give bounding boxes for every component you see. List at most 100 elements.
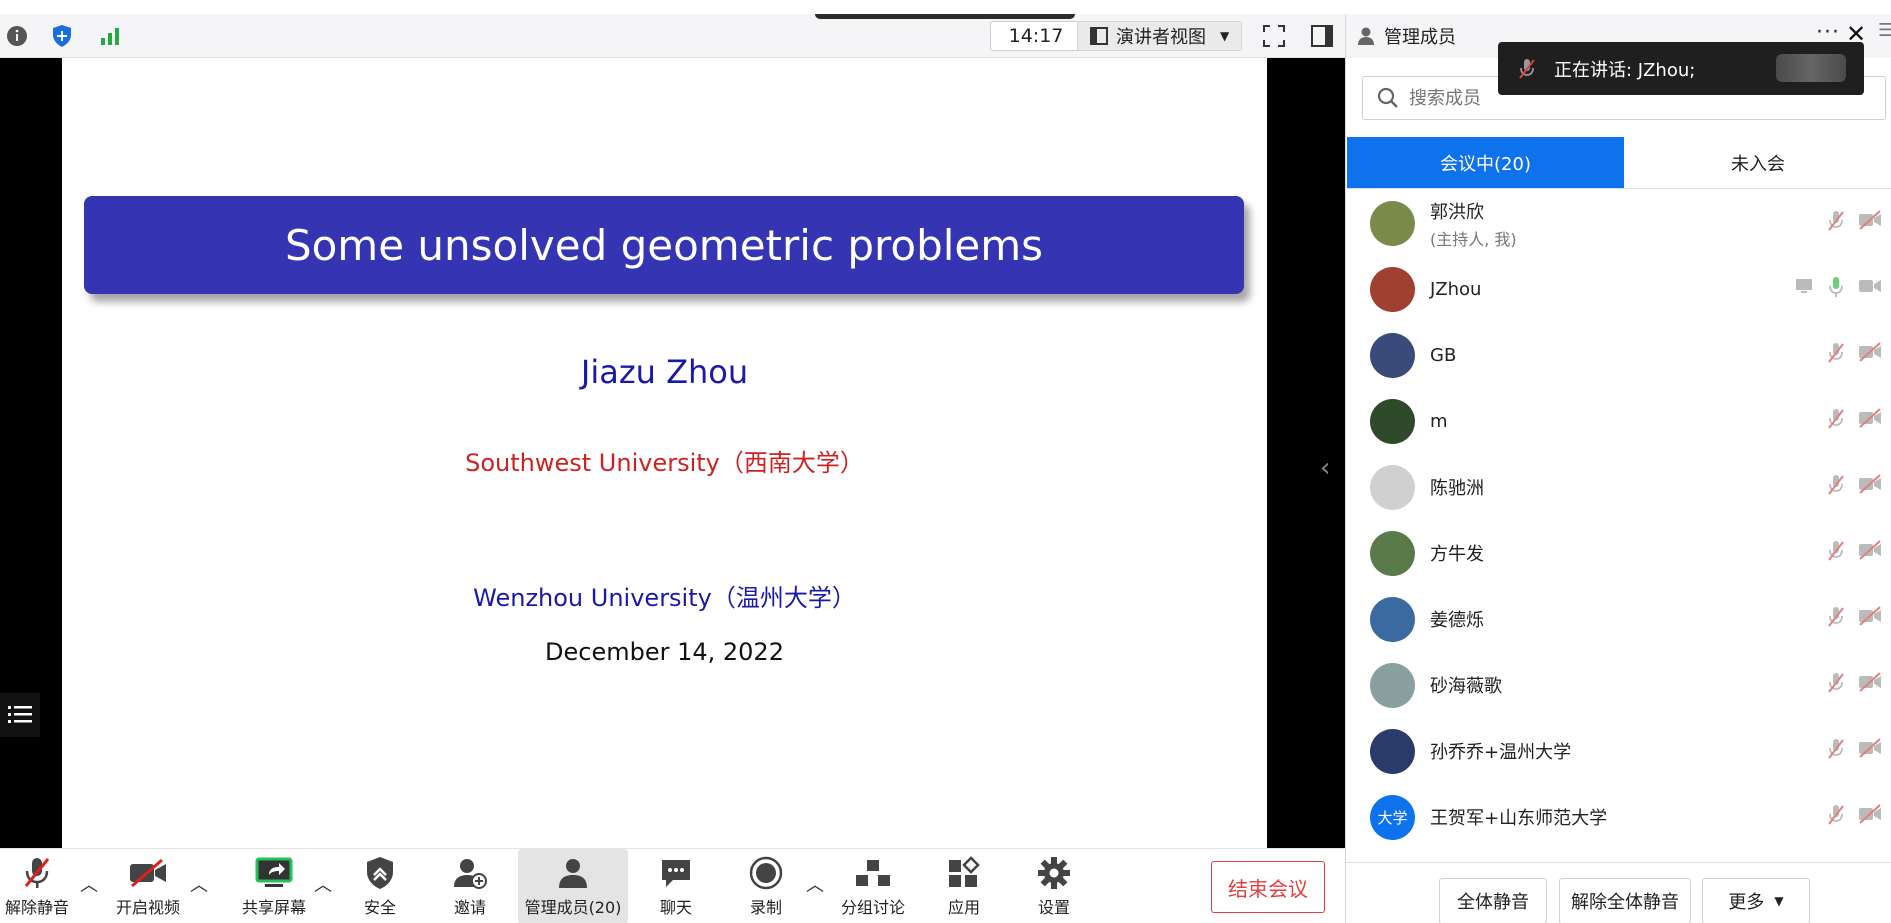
mic-muted-icon[interactable] [1826,408,1846,434]
mic-muted-icon[interactable] [1826,342,1846,368]
member-row[interactable]: 姜德烁 [1346,586,1891,652]
slide-affiliation-2: Wenzhou University（温州大学） [473,584,856,612]
chevron-up-icon[interactable]: ︿ [314,871,332,897]
member-row[interactable]: m [1346,388,1891,454]
speaking-text: 正在讲话: JZhou; [1554,59,1696,81]
member-row[interactable]: JZhou [1346,256,1891,322]
invite-label: 邀请 [453,897,486,917]
avatar [1370,728,1415,774]
share-screen-button[interactable]: 共享屏幕 [236,849,312,923]
chat-label: 聊天 [659,897,692,917]
signal-icon[interactable] [96,20,124,52]
settings-button[interactable]: 设置 [1024,849,1084,923]
shield-icon[interactable] [48,20,76,52]
invite-button[interactable]: 邀请 [440,849,500,923]
member-status-icons [1826,210,1882,236]
slide-title: Some unsolved geometric problems [84,196,1244,294]
end-meeting-button[interactable]: 结束会议 [1211,861,1325,913]
chat-button[interactable]: 聊天 [646,849,706,923]
member-row[interactable]: 方牛发 [1346,520,1891,586]
member-status-icons [1826,408,1882,434]
member-role: (主持人, 我) [1430,230,1517,249]
member-name: JZhou [1430,278,1482,300]
avatar [1370,530,1415,576]
member-name: 郭洪欣 [1430,202,1484,223]
record-icon [746,856,786,890]
member-row[interactable]: 孙乔乔+温州大学 [1346,718,1891,784]
breakout-button[interactable]: 分组讨论 [836,849,910,923]
member-status-icons [1826,804,1882,830]
meeting-clock: 14:17 [990,21,1082,51]
info-icon[interactable] [4,20,30,52]
member-row[interactable]: 大学 王贺军+山东师范大学 [1346,784,1891,850]
list-icon[interactable] [0,693,40,737]
avatar [1370,398,1415,444]
view-selector[interactable]: 演讲者视图 ▼ [1077,21,1242,51]
share-screen-icon [254,856,294,890]
view-selector-label: 演讲者视图 [1116,27,1206,48]
member-status-icons [1794,276,1882,302]
members-panel: 管理成员 ··· ✕ 会议中(20) 未入会 郭洪欣(主持人, 我)JZhouG… [1345,14,1891,923]
manage-members-button[interactable]: 管理成员(20) [518,849,628,923]
member-row[interactable]: GB [1346,322,1891,388]
mic-icon[interactable] [1826,276,1846,302]
mic-muted-icon[interactable] [1826,672,1846,698]
chevron-up-icon[interactable]: ︿ [80,871,98,897]
mic-muted-icon[interactable] [1826,606,1846,632]
mic-muted-icon[interactable] [1826,738,1846,764]
start-video-button[interactable]: 开启视频 [110,849,186,923]
video-off-icon[interactable] [1858,540,1882,566]
security-shield-icon [360,856,400,890]
member-row[interactable]: 郭洪欣 (主持人, 我) [1346,190,1891,256]
mic-muted-icon[interactable] [1826,210,1846,236]
breakout-icon [853,856,893,890]
manage-members-label: 管理成员(20) [524,897,622,917]
member-row[interactable]: 砂海薇歌 [1346,652,1891,718]
mic-muted-icon[interactable] [1826,474,1846,500]
mic-muted-icon[interactable] [1826,804,1846,830]
video-off-icon[interactable] [1858,606,1882,632]
unmute-all-button[interactable]: 解除全体静音 [1559,878,1691,923]
mic-muted-icon [17,856,57,890]
drag-handle[interactable] [815,14,1075,19]
search-icon [1377,87,1398,108]
breakout-label: 分组讨论 [840,897,905,917]
video-off-icon[interactable] [1858,672,1882,698]
member-status-icons [1826,672,1882,698]
meeting-toolbar: 解除静音 ︿ 开启视频 ︿ 共享屏幕 ︿ 安全 邀请 管理成员(20) 聊天 录… [0,848,1345,923]
video-off-icon[interactable] [1858,408,1882,434]
chevron-left-icon[interactable]: ‹ [1320,453,1330,483]
tab-in-meeting[interactable]: 会议中(20) [1347,137,1624,188]
unmute-label: 解除静音 [4,897,69,917]
record-button[interactable]: 录制 [736,849,796,923]
video-off-icon[interactable] [1858,738,1882,764]
tab-not-joined[interactable]: 未入会 [1624,137,1891,188]
security-button[interactable]: 安全 [350,849,410,923]
security-label: 安全 [363,897,396,917]
members-panel-footer: 全体静音 解除全体静音 更多 ▼ [1346,862,1891,923]
mic-muted-icon [1519,58,1535,79]
unmute-button[interactable]: 解除静音 [2,849,72,923]
member-row[interactable]: 陈驰洲 [1346,454,1891,520]
chevron-up-icon[interactable]: ︿ [806,871,824,897]
panel-menu-icon[interactable]: ☰ [1878,20,1891,41]
avatar [1370,200,1415,246]
avatar [1370,596,1415,642]
chevron-up-icon[interactable]: ︿ [190,871,208,897]
video-off-icon[interactable] [1858,210,1882,236]
shared-screen: Some unsolved geometric problems Jiazu Z… [0,58,1345,848]
mute-all-button[interactable]: 全体静音 [1439,878,1547,923]
video-off-icon[interactable] [1858,342,1882,368]
more-button[interactable]: 更多 ▼ [1702,878,1810,923]
avatar: 大学 [1370,794,1415,840]
side-panel-icon[interactable] [1308,20,1336,52]
member-status-icons [1826,738,1882,764]
video-icon[interactable] [1858,276,1882,302]
fullscreen-icon[interactable] [1260,20,1288,52]
slide-date: December 14, 2022 [545,638,784,666]
mic-muted-icon[interactable] [1826,540,1846,566]
video-off-icon[interactable] [1858,474,1882,500]
apps-button[interactable]: 应用 [934,849,994,923]
video-off-icon[interactable] [1858,804,1882,830]
member-name: 孙乔乔+温州大学 [1430,742,1572,763]
